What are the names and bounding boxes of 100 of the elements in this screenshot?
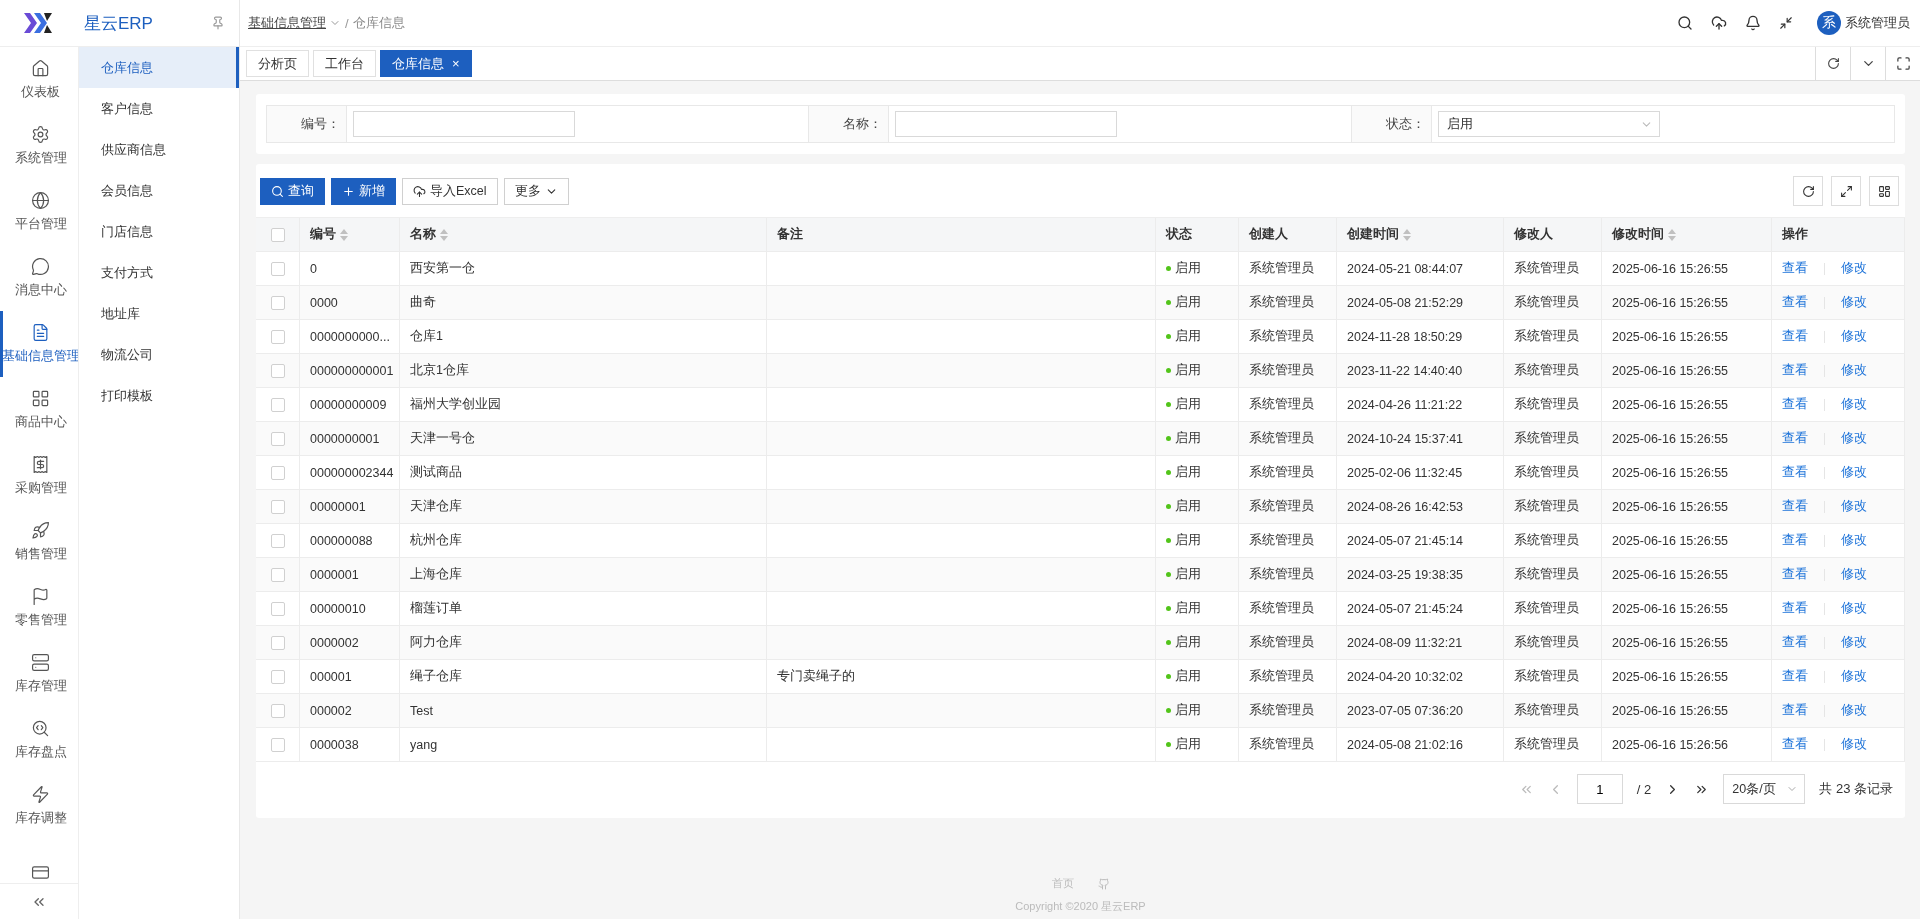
rail-item[interactable]: 消息中心	[0, 245, 78, 311]
action-link[interactable]: 查看	[1782, 668, 1808, 685]
rail-item[interactable]: 采购管理	[0, 443, 78, 509]
fullscreen-icon[interactable]	[1779, 16, 1793, 30]
columns-button[interactable]	[1869, 176, 1899, 206]
checkbox[interactable]	[270, 567, 285, 582]
checkbox[interactable]	[270, 431, 285, 446]
action-link[interactable]: 查看	[1782, 566, 1808, 583]
submenu-item[interactable]: 客户信息	[79, 88, 239, 129]
toolbar-button[interactable]: 新增	[331, 177, 396, 205]
submenu-item[interactable]: 供应商信息	[79, 129, 239, 170]
action-link[interactable]: 查看	[1782, 430, 1808, 447]
table-cell: 系统管理员	[1249, 566, 1314, 583]
action-link[interactable]: 修改	[1841, 396, 1867, 413]
input-field[interactable]	[895, 111, 1118, 137]
action-link[interactable]: 查看	[1782, 260, 1808, 277]
page-tab[interactable]: 仓库信息 ×	[380, 50, 472, 77]
action-link[interactable]: 修改	[1841, 464, 1867, 481]
rail-item[interactable]: 商品中心	[0, 377, 78, 443]
submenu-item[interactable]: 会员信息	[79, 170, 239, 211]
search-icon[interactable]	[1677, 15, 1693, 31]
checkbox[interactable]	[270, 397, 285, 412]
page-size-select[interactable]: 20条/页	[1723, 774, 1806, 804]
checkbox[interactable]	[270, 533, 285, 548]
input-field[interactable]	[353, 111, 575, 137]
action-link[interactable]: 查看	[1782, 498, 1808, 515]
action-link[interactable]: 查看	[1782, 736, 1808, 753]
submenu-item[interactable]: 打印模板	[79, 375, 239, 416]
action-link[interactable]: 修改	[1841, 498, 1867, 515]
action-link[interactable]: 查看	[1782, 362, 1808, 379]
page-tab[interactable]: 分析页	[246, 50, 309, 77]
checkbox[interactable]	[270, 499, 285, 514]
action-link[interactable]: 修改	[1841, 566, 1867, 583]
toolbar-button[interactable]: 更多	[503, 177, 569, 205]
rail-item[interactable]: 平台管理	[0, 179, 78, 245]
rail-item[interactable]: 零售管理	[0, 575, 78, 641]
user-avatar[interactable]: 系	[1817, 11, 1841, 35]
action-link[interactable]: 修改	[1841, 430, 1867, 447]
action-link[interactable]: 修改	[1841, 736, 1867, 753]
table-cell: 西安第一仓	[410, 260, 475, 277]
rail-item[interactable]: 库存管理	[0, 641, 78, 707]
submenu-item[interactable]: 地址库	[79, 293, 239, 334]
action-link[interactable]: 查看	[1782, 328, 1808, 345]
checkbox[interactable]	[270, 295, 285, 310]
checkbox[interactable]	[270, 703, 285, 718]
action-link[interactable]: 查看	[1782, 294, 1808, 311]
close-icon[interactable]: ×	[452, 56, 460, 71]
action-link[interactable]: 查看	[1782, 634, 1808, 651]
submenu-item[interactable]: 仓库信息	[79, 47, 239, 88]
action-link[interactable]: 修改	[1841, 634, 1867, 651]
checkbox[interactable]	[270, 227, 285, 242]
bell-icon[interactable]	[1745, 15, 1761, 31]
checkbox[interactable]	[270, 669, 285, 684]
action-link[interactable]: 查看	[1782, 532, 1808, 549]
rail-item[interactable]: 销售管理	[0, 509, 78, 575]
toolbar-button[interactable]: 查询	[260, 177, 325, 205]
pin-icon[interactable]	[211, 16, 225, 30]
action-link[interactable]: 修改	[1841, 668, 1867, 685]
rail-item[interactable]: 系统管理	[0, 113, 78, 179]
action-link[interactable]: 修改	[1841, 294, 1867, 311]
expand-button[interactable]	[1831, 176, 1861, 206]
rail-item[interactable]: 库存调整	[0, 773, 78, 839]
checkbox[interactable]	[270, 601, 285, 616]
checkbox[interactable]	[270, 465, 285, 480]
cloud-icon[interactable]	[1711, 15, 1727, 31]
action-link[interactable]: 查看	[1782, 396, 1808, 413]
sort-icon[interactable]	[440, 228, 448, 241]
checkbox[interactable]	[270, 737, 285, 752]
rail-item[interactable]: 库存盘点	[0, 707, 78, 773]
action-link[interactable]: 修改	[1841, 702, 1867, 719]
checkbox[interactable]	[270, 363, 285, 378]
action-link[interactable]: 修改	[1841, 600, 1867, 617]
submenu-item[interactable]: 门店信息	[79, 211, 239, 252]
checkbox[interactable]	[270, 329, 285, 344]
action-link[interactable]: 修改	[1841, 362, 1867, 379]
action-link[interactable]: 修改	[1841, 260, 1867, 277]
status-select[interactable]: 启用	[1437, 111, 1660, 137]
submenu-item[interactable]: 物流公司	[79, 334, 239, 375]
toolbar-button[interactable]: 导入Excel	[402, 177, 498, 205]
action-link[interactable]: 查看	[1782, 600, 1808, 617]
table-cell: 系统管理员	[1249, 498, 1314, 515]
user-name[interactable]: 系统管理员	[1845, 14, 1910, 32]
action-link[interactable]: 修改	[1841, 328, 1867, 345]
action-link[interactable]: 查看	[1782, 702, 1808, 719]
rail-item[interactable]: 仪表板	[0, 47, 78, 113]
breadcrumb-item[interactable]: 仓库信息	[352, 14, 405, 32]
table-cell: 000001	[310, 669, 352, 684]
page-tab[interactable]: 工作台	[313, 50, 376, 77]
github-icon[interactable]	[1097, 877, 1110, 890]
page-input[interactable]: 1	[1576, 774, 1623, 804]
action-link[interactable]: 查看	[1782, 464, 1808, 481]
checkbox[interactable]	[270, 261, 285, 276]
sort-icon[interactable]	[1403, 228, 1411, 241]
action-link[interactable]: 修改	[1841, 532, 1867, 549]
refresh-button[interactable]	[1793, 176, 1823, 206]
submenu-item[interactable]: 支付方式	[79, 252, 239, 293]
checkbox[interactable]	[270, 635, 285, 650]
breadcrumb-item[interactable]: 基础信息管理	[248, 14, 341, 32]
sort-icon[interactable]	[340, 228, 348, 241]
sort-icon[interactable]	[1668, 228, 1676, 241]
